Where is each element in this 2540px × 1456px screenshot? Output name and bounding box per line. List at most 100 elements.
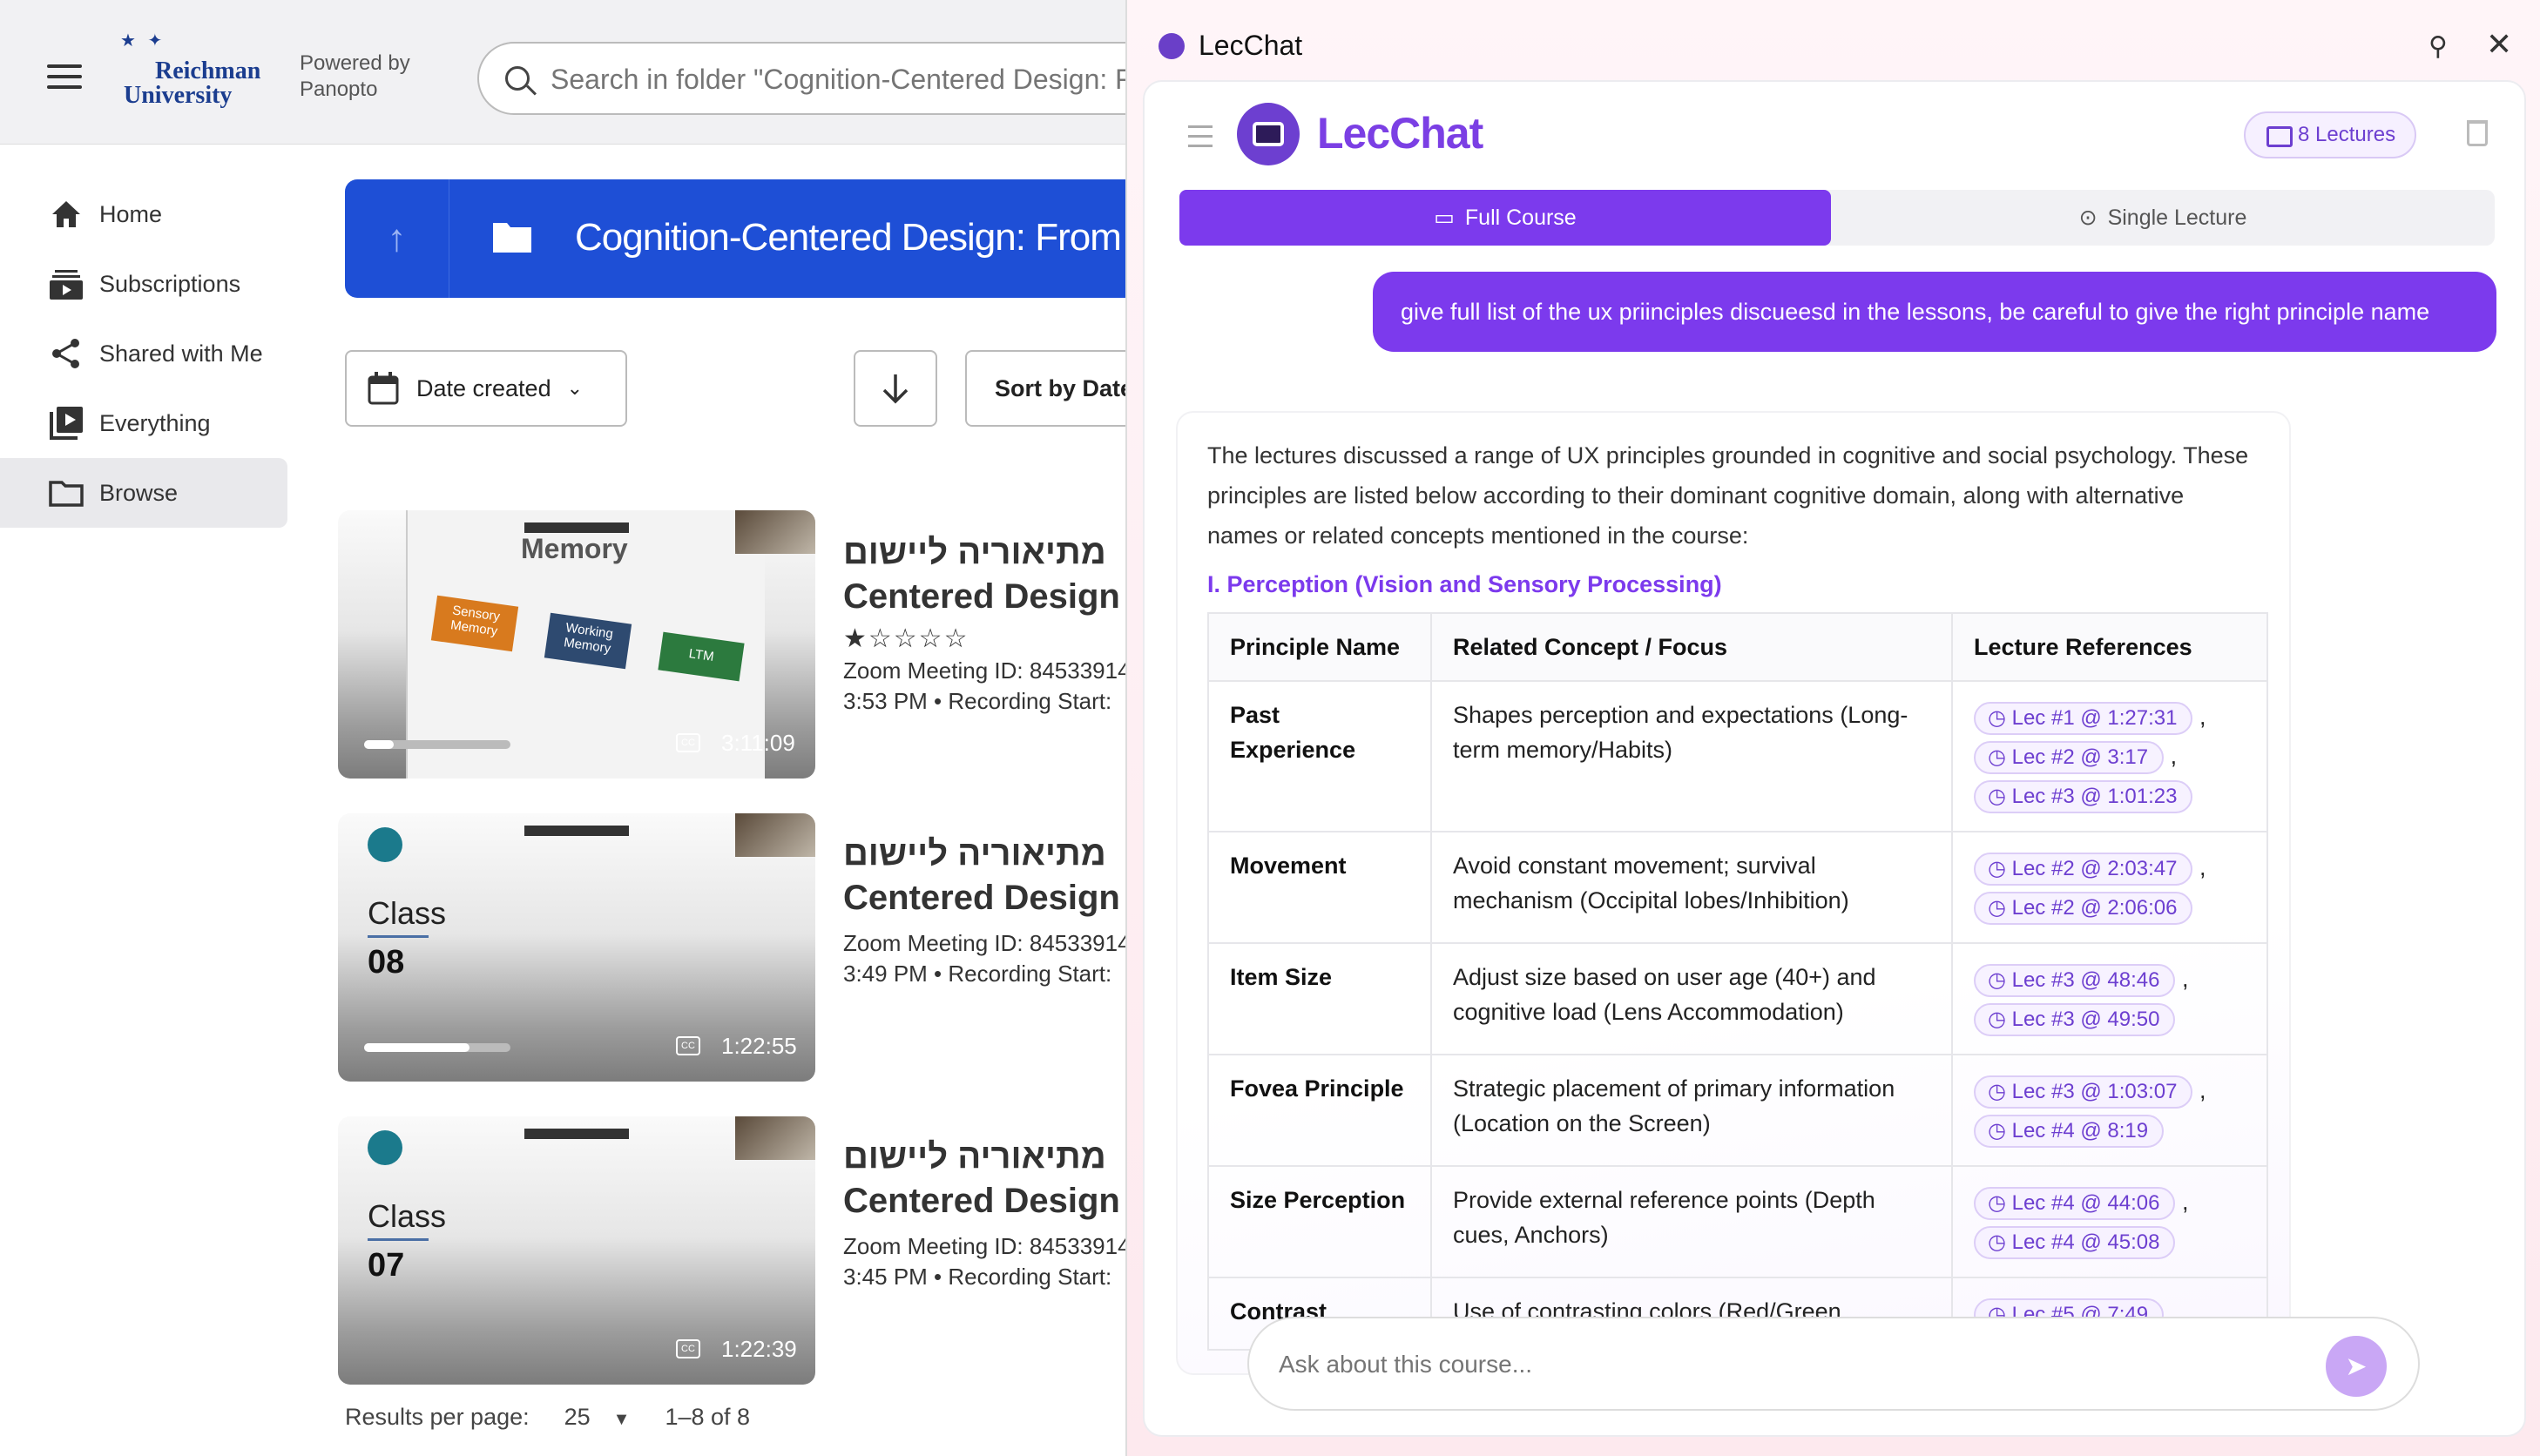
lecture-ref-chip[interactable]: Lec #4 @ 45:08 [1974, 1226, 2176, 1259]
lectures-badge[interactable]: 8 Lectures [2244, 111, 2417, 158]
chat-input[interactable] [1279, 1343, 2307, 1386]
arrow-down-icon [882, 374, 909, 404]
table-row: Fovea Principle Strategic placement of p… [1207, 1054, 2268, 1167]
pin-icon[interactable]: ⚲ [2429, 31, 2448, 62]
parent-folder-button[interactable]: ↑ [345, 179, 449, 298]
session-title-en[interactable]: Centered Design [843, 577, 1132, 617]
brain-icon [368, 1130, 402, 1165]
panel-header: LecChat ⚲ ✕ [1127, 0, 2540, 92]
camera-feed [735, 813, 815, 857]
session-thumbnail[interactable]: Memory Sensory Memory Working Memory LTM… [338, 510, 815, 779]
folder-search[interactable] [477, 42, 1132, 115]
calendar-icon [368, 372, 399, 405]
date-filter-label: Date created [416, 374, 551, 401]
tab-label: Single Lecture [2107, 205, 2247, 230]
trash-icon[interactable] [2467, 120, 2488, 146]
results-per-page-value: 25 [564, 1404, 591, 1430]
lecture-ref-chip[interactable]: Lec #2 @ 3:17 [1974, 741, 2165, 774]
sidebar-item-subscriptions[interactable]: Subscriptions [0, 249, 287, 319]
user-message: give full list of the ux priinciples dis… [1373, 272, 2496, 352]
assistant-intro: The lectures discussed a range of UX pri… [1207, 442, 2249, 549]
reichman-logo[interactable]: ★ ✦ Reichman University [120, 30, 277, 125]
table-header: Lecture References [1951, 612, 2268, 682]
sidebar-item-browse[interactable]: Browse [0, 458, 287, 528]
table-row: Size Perception Provide external referen… [1207, 1165, 2268, 1278]
sidebar-nav: Home Subscriptions Shared with Me Everyt… [0, 179, 287, 528]
sidebar-item-home[interactable]: Home [0, 179, 287, 249]
class-label: Class [368, 895, 447, 931]
captions-icon: CC [676, 733, 700, 752]
rating-stars[interactable]: ★☆☆☆☆ [843, 624, 1132, 654]
brand-name: LecChat [1317, 109, 1483, 158]
lecture-refs: Lec #3 @ 48:46 , Lec #3 @ 49:50 [1951, 942, 2268, 1055]
captions-icon: CC [676, 1036, 700, 1055]
session-title-he[interactable]: מתיאוריה ליישום [843, 533, 1132, 572]
results-per-page-select[interactable]: 25 ▼ [564, 1404, 631, 1431]
captions-icon: CC [676, 1339, 700, 1358]
panel-title: LecChat [1199, 30, 1303, 61]
close-icon[interactable]: ✕ [2486, 26, 2512, 63]
sort-button[interactable]: Sort by Date [965, 350, 1132, 427]
lecture-ref-chip[interactable]: Lec #3 @ 1:01:23 [1974, 780, 2193, 813]
watch-progress [364, 1043, 510, 1052]
lecchat-panel: LecChat ⚲ ✕ LecChat 8 Lectures ▭ Full Cou… [1125, 0, 2540, 1456]
lecture-ref-chip[interactable]: Lec #1 @ 1:27:31 [1974, 702, 2193, 735]
date-filter-button[interactable]: Date created ⌄ [345, 350, 627, 427]
sort-direction-button[interactable] [854, 350, 937, 427]
assistant-message: The lectures discussed a range of UX pri… [1176, 411, 2291, 1375]
lecture-ref-chip[interactable]: Lec #3 @ 49:50 [1974, 1003, 2176, 1036]
logo-stars-icon: ★ ✦ [120, 31, 166, 51]
chat-scroll[interactable]: give full list of the ux priinciples dis… [1145, 272, 2524, 1435]
class-number: 07 [368, 1247, 405, 1284]
sidebar-item-label: Home [99, 200, 163, 227]
send-icon[interactable]: ➤ [2326, 1336, 2387, 1397]
session-meta-line: 3:45 PM • Recording Start: [843, 1264, 1112, 1290]
lecture-ref-chip[interactable]: Lec #4 @ 8:19 [1974, 1115, 2165, 1148]
class-number: 08 [368, 944, 405, 981]
logo-line2: University [124, 82, 233, 109]
sidebar-item-everything[interactable]: Everything [0, 388, 287, 458]
lecture-ref-chip[interactable]: Lec #4 @ 44:06 [1974, 1187, 2176, 1220]
lecture-ref-chip[interactable]: Lec #3 @ 1:03:07 [1974, 1075, 2193, 1109]
principle-name: Past Experience [1207, 680, 1432, 832]
chat-input-bar: ➤ [1247, 1317, 2420, 1411]
session-meta-line: Zoom Meeting ID: 84533914 [843, 657, 1131, 684]
search-input[interactable] [551, 59, 1132, 99]
home-icon [49, 199, 84, 230]
sidebar-item-label: Subscriptions [99, 270, 241, 297]
tab-label: Full Course [1464, 205, 1577, 230]
camera-feed [735, 510, 815, 554]
sidebar-item-shared[interactable]: Shared with Me [0, 319, 287, 388]
folder-header: ↑ Cognition-Centered Design: From Theory… [345, 179, 1132, 298]
lecture-refs: Lec #1 @ 1:27:31 , Lec #2 @ 3:17 , Lec #… [1951, 680, 2268, 832]
session-title-en[interactable]: Centered Design [843, 1182, 1132, 1221]
subscriptions-icon [49, 268, 84, 300]
lecture-ref-chip[interactable]: Lec #2 @ 2:03:47 [1974, 853, 2193, 886]
camera-feed [735, 1116, 815, 1160]
pagination: Results per page: 25 ▼ 1–8 of 8 [345, 1404, 750, 1431]
session-title-en[interactable]: Centered Design [843, 879, 1132, 918]
lecture-ref-chip[interactable]: Lec #2 @ 2:06:06 [1974, 892, 2193, 925]
scope-tabs: ▭ Full Course ⊙ Single Lecture [1179, 190, 2495, 246]
menu-icon[interactable] [1188, 125, 1213, 154]
share-icon [49, 338, 84, 369]
session-thumbnail[interactable]: Class 07 CC 1:22:39 [338, 1116, 815, 1385]
tab-single-lecture[interactable]: ⊙ Single Lecture [1831, 190, 2495, 246]
underline [368, 1238, 429, 1241]
lecchat-logo-icon [1237, 103, 1300, 165]
lecture-ref-chip[interactable]: Lec #3 @ 48:46 [1974, 964, 2176, 997]
tab-full-course[interactable]: ▭ Full Course [1179, 190, 1831, 246]
sort-label: Sort by Date [995, 374, 1132, 401]
everything-icon [49, 407, 84, 440]
sidebar-item-label: Browse [99, 479, 179, 506]
folder-icon [49, 477, 84, 509]
caret-down-icon: ▼ [612, 1410, 631, 1429]
session-title-he[interactable]: מתיאוריה ליישום [843, 834, 1132, 873]
screen: ★ ✦ Reichman University Powered by Panop… [0, 0, 2540, 1456]
session-title-he[interactable]: מתיאוריה ליישום [843, 1137, 1132, 1176]
arrow-up-icon: ↑ [387, 217, 407, 260]
session-thumbnail[interactable]: Class 08 CC 1:22:55 [338, 813, 815, 1082]
hamburger-menu-icon[interactable] [47, 64, 82, 89]
top-bar: ★ ✦ Reichman University Powered by Panop… [0, 0, 1132, 145]
session-meta: מתיאוריה ליישום Centered Design Zoom Mee… [843, 834, 1132, 988]
